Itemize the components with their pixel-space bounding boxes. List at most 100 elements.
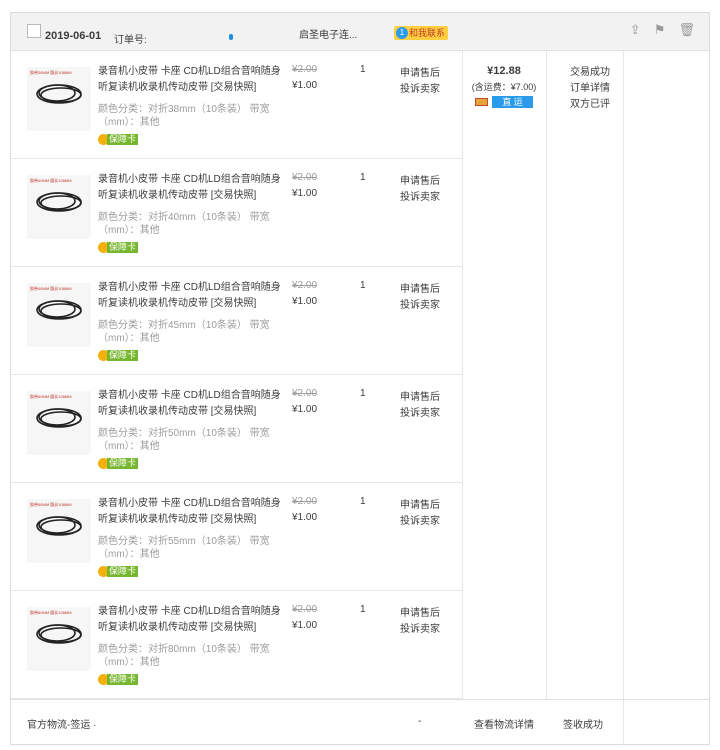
shop-name-link[interactable]: 启圣电子连... — [299, 26, 357, 41]
order-card: 2019-06-01 订单号: 启圣电子连... 1 和我联系 ⇪ ⚑ 🗑 胶带… — [10, 12, 710, 745]
product-spec: 颜色分类：对折55mm（10条装） 带宽（mm）：其他 — [98, 536, 270, 560]
order-number-label: 订单号: — [114, 35, 147, 46]
guarantee-badge[interactable]: 保障卡 — [98, 457, 139, 469]
guarantee-badge[interactable]: 保障卡 — [98, 133, 139, 145]
order-status: 交易成功 订单详情 双方已评 — [558, 65, 622, 113]
order-checkbox[interactable] — [27, 24, 41, 38]
product-thumbnail[interactable]: 胶带80MM 圆长108MM — [27, 607, 91, 671]
item-list: 胶带38MM 圆长108MM 录音机小皮带 卡座 CD机LD组合音响随身听复读机… — [11, 51, 462, 699]
guarantee-badge[interactable]: 保障卡 — [98, 565, 139, 577]
original-price: ¥2.00 — [292, 388, 318, 399]
order-item-row: 胶带80MM 圆长108MM 录音机小皮带 卡座 CD机LD组合音响随身听复读机… — [11, 591, 462, 699]
trash-icon[interactable]: 🗑 — [678, 22, 695, 38]
product-spec: 颜色分类：对折40mm（10条装） 带宽（mm）：其他 — [98, 212, 270, 236]
view-logistics-link[interactable]: 查看物流详情 — [474, 716, 534, 731]
product-title-link[interactable]: 录音机小皮带 卡座 CD机LD组合音响随身听复读机收录机传动皮带 [交易快照] — [98, 496, 284, 528]
request-after-sale-link[interactable]: 申请售后 — [400, 604, 440, 619]
guarantee-label: 保障卡 — [107, 457, 139, 469]
thumbnail-caption: 胶带80MM 圆长108MM — [30, 610, 72, 615]
product-thumbnail[interactable]: 胶带45MM 圆长108MM — [27, 283, 91, 347]
product-thumbnail[interactable]: 胶带55MM 圆长108MM — [27, 499, 91, 563]
unit-price: ¥1.00 — [292, 620, 318, 631]
guarantee-badge[interactable]: 保障卡 — [98, 673, 139, 685]
belt-image — [36, 408, 82, 428]
shipping-fee: (含运费：¥7.00) — [471, 82, 537, 92]
unit-price: ¥1.00 — [292, 296, 318, 307]
flag-icon — [475, 98, 489, 106]
item-quantity: 1 — [360, 604, 366, 615]
thumbnail-caption: 胶带55MM 圆长108MM — [30, 502, 72, 507]
request-after-sale-link[interactable]: 申请售后 — [400, 280, 440, 295]
header-actions: ⇪ ⚑ 🗑 — [620, 22, 695, 38]
complain-seller-link[interactable]: 投诉卖家 — [400, 620, 440, 635]
unit-price: ¥1.00 — [292, 188, 318, 199]
complain-seller-link[interactable]: 投诉卖家 — [400, 80, 440, 95]
share-icon[interactable]: ⇪ — [630, 22, 641, 38]
product-title-link[interactable]: 录音机小皮带 卡座 CD机LD组合音响随身听复读机收录机传动皮带 [交易快照] — [98, 64, 284, 96]
complain-seller-link[interactable]: 投诉卖家 — [400, 188, 440, 203]
order-number-masked — [149, 34, 237, 40]
guarantee-label: 保障卡 — [107, 241, 139, 253]
product-title-link[interactable]: 录音机小皮带 卡座 CD机LD组合音响随身听复读机收录机传动皮带 [交易快照] — [98, 388, 284, 420]
item-quantity: 1 — [360, 496, 366, 507]
logistics-info: 官方物流-签运 · — [27, 720, 97, 731]
contact-label: 和我联系 — [409, 28, 446, 38]
contact-count-badge: 1 — [396, 27, 408, 39]
status-text: 交易成功 — [570, 67, 610, 78]
original-price: ¥2.00 — [292, 496, 318, 507]
order-item-row: 胶带50MM 圆长108MM 录音机小皮带 卡座 CD机LD组合音响随身听复读机… — [11, 375, 462, 483]
product-thumbnail[interactable]: 胶带50MM 圆长108MM — [27, 391, 91, 455]
original-price: ¥2.00 — [292, 172, 318, 183]
item-quantity: 1 — [360, 388, 366, 399]
unit-price: ¥1.00 — [292, 512, 318, 523]
product-spec: 颜色分类：对折45mm（10条装） 带宽（mm）：其他 — [98, 320, 270, 344]
thumbnail-caption: 胶带40MM 圆长108MM — [30, 178, 72, 183]
shipping-mode: 直 运 — [463, 96, 545, 108]
guarantee-label: 保障卡 — [107, 565, 139, 577]
item-quantity: 1 — [360, 64, 366, 75]
product-spec: 颜色分类：对折80mm（10条装） 带宽（mm）：其他 — [98, 644, 270, 668]
original-price: ¥2.00 — [292, 280, 318, 291]
product-spec: 颜色分类：对折50mm（10条装） 带宽（mm）：其他 — [98, 428, 270, 452]
product-thumbnail[interactable]: 胶带38MM 圆长108MM — [27, 67, 91, 131]
belt-image — [36, 300, 82, 320]
item-quantity: 1 — [360, 172, 366, 183]
guarantee-badge[interactable]: 保障卡 — [98, 349, 139, 361]
complain-seller-link[interactable]: 投诉卖家 — [400, 296, 440, 311]
product-title-link[interactable]: 录音机小皮带 卡座 CD机LD组合音响随身听复读机收录机传动皮带 [交易快照] — [98, 280, 284, 312]
request-after-sale-link[interactable]: 申请售后 — [400, 64, 440, 79]
shipping-mode-label: 直 运 — [492, 96, 533, 108]
flag-icon[interactable]: ⚑ — [654, 22, 666, 38]
product-title-link[interactable]: 录音机小皮带 卡座 CD机LD组合音响随身听复读机收录机传动皮带 [交易快照] — [98, 172, 284, 204]
guarantee-label: 保障卡 — [107, 349, 139, 361]
complain-seller-link[interactable]: 投诉卖家 — [400, 512, 440, 527]
guarantee-label: 保障卡 — [107, 133, 139, 145]
belt-image — [36, 624, 82, 644]
item-quantity: 1 — [360, 280, 366, 291]
request-after-sale-link[interactable]: 申请售后 — [400, 496, 440, 511]
request-after-sale-link[interactable]: 申请售后 — [400, 388, 440, 403]
unit-price: ¥1.00 — [292, 404, 318, 415]
original-price: ¥2.00 — [292, 64, 318, 75]
order-item-row: 胶带38MM 圆长108MM 录音机小皮带 卡座 CD机LD组合音响随身听复读机… — [11, 51, 462, 159]
unit-price: ¥1.00 — [292, 80, 318, 91]
request-after-sale-link[interactable]: 申请售后 — [400, 172, 440, 187]
order-total: ¥12.88 (含运费：¥7.00) 直 运 — [463, 65, 545, 108]
guarantee-badge[interactable]: 保障卡 — [98, 241, 139, 253]
sign-status: 签收成功 — [563, 720, 603, 731]
belt-image — [36, 516, 82, 536]
order-header: 2019-06-01 订单号: 启圣电子连... 1 和我联系 ⇪ ⚑ 🗑 — [11, 13, 709, 51]
order-item-row: 胶带45MM 圆长108MM 录音机小皮带 卡座 CD机LD组合音响随身听复读机… — [11, 267, 462, 375]
review-status: 双方已评 — [570, 99, 610, 110]
logistics-footer: 官方物流-签运 · - 查看物流详情 签收成功 — [11, 699, 709, 745]
belt-image — [36, 192, 82, 212]
product-title-link[interactable]: 录音机小皮带 卡座 CD机LD组合音响随身听复读机收录机传动皮带 [交易快照] — [98, 604, 284, 636]
thumbnail-caption: 胶带38MM 圆长108MM — [30, 70, 72, 75]
thumbnail-caption: 胶带45MM 圆长108MM — [30, 286, 72, 291]
complain-seller-link[interactable]: 投诉卖家 — [400, 404, 440, 419]
contact-seller-button[interactable]: 1 和我联系 — [394, 26, 449, 40]
order-detail-link[interactable]: 订单详情 — [558, 81, 622, 97]
product-thumbnail[interactable]: 胶带40MM 圆长108MM — [27, 175, 91, 239]
order-date: 2019-06-01 — [45, 30, 102, 42]
order-item-row: 胶带40MM 圆长108MM 录音机小皮带 卡座 CD机LD组合音响随身听复读机… — [11, 159, 462, 267]
